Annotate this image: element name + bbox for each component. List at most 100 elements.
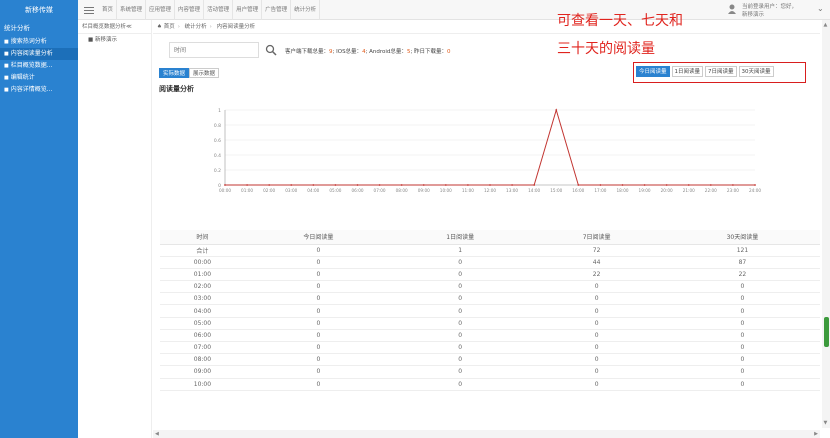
tab-display-data[interactable]: 展示数据 — [189, 68, 220, 78]
cell-today: 0 — [244, 304, 392, 318]
breadcrumb-home[interactable]: 首页 — [164, 24, 175, 30]
table-row: 04:00 0 0 0 0 — [160, 304, 820, 318]
cell-today: 0 — [244, 365, 392, 379]
data-point[interactable] — [665, 184, 668, 186]
scroll-thumb[interactable] — [824, 317, 829, 347]
top-nav: 首页 系统管理 应用管理 内容管理 活动管理 用户管理 广告管理 统计分析 — [99, 0, 321, 20]
data-point[interactable] — [268, 184, 271, 186]
data-point[interactable] — [422, 184, 425, 186]
nav-item-app[interactable]: 应用管理 — [146, 0, 176, 20]
cell-today: 0 — [244, 256, 392, 269]
tab-7-day-reads[interactable]: 7日阅读量 — [705, 66, 737, 77]
data-point[interactable] — [489, 184, 491, 186]
scroll-down-icon[interactable]: ▼ — [824, 420, 828, 426]
nav-item-home[interactable]: 首页 — [99, 0, 118, 20]
data-point[interactable] — [356, 184, 359, 186]
search-icon[interactable] — [265, 44, 277, 56]
cell-30day: 0 — [664, 329, 820, 343]
data-point[interactable] — [511, 184, 513, 186]
cell-time: 10:00 — [160, 378, 245, 391]
data-point[interactable] — [709, 184, 712, 186]
data-point[interactable] — [400, 184, 403, 186]
series-line — [225, 108, 755, 186]
cell-time: 06:00 — [160, 329, 245, 343]
chevron-down-icon[interactable]: ⌄ — [817, 4, 826, 13]
table-row: 05:00 0 0 0 0 — [160, 317, 820, 330]
sidebar-title: 统计分析 — [4, 24, 30, 32]
data-point[interactable] — [577, 184, 580, 186]
x-tick-label: 01:00 — [241, 188, 253, 193]
data-point[interactable] — [599, 184, 602, 186]
data-point[interactable] — [224, 184, 226, 186]
sidebar-item-column-overview[interactable]: 栏目概览数据... — [0, 60, 78, 72]
data-point[interactable] — [643, 184, 646, 186]
scroll-up-icon[interactable]: ▲ — [824, 22, 828, 28]
col-1day: 1日阅读量 — [391, 230, 529, 245]
scroll-left-icon[interactable]: ◀ — [155, 431, 159, 437]
data-point[interactable] — [246, 184, 248, 186]
cell-7day: 0 — [528, 329, 665, 343]
x-tick-label: 18:00 — [616, 188, 628, 193]
data-point[interactable] — [378, 184, 381, 186]
cell-30day: 0 — [664, 353, 820, 367]
brand-logo[interactable]: 新移传媒 — [0, 0, 78, 20]
vertical-scrollbar[interactable]: ▲ ▼ — [822, 20, 830, 428]
cell-time: 00:00 — [160, 256, 245, 269]
cell-7day: 0 — [528, 353, 665, 367]
data-point[interactable] — [444, 184, 447, 186]
nav-item-stats[interactable]: 统计分析 — [291, 0, 321, 20]
table-row: 02:00 0 0 0 0 — [160, 280, 820, 294]
x-tick-label: 00:00 — [219, 188, 231, 193]
data-point[interactable] — [621, 184, 624, 186]
data-point[interactable] — [555, 109, 558, 111]
date-input[interactable] — [169, 42, 259, 58]
cell-30day: 0 — [664, 280, 820, 294]
data-point[interactable] — [687, 184, 690, 186]
data-point[interactable] — [290, 184, 293, 186]
user-info[interactable]: 当前登录用户：您好， 新移演示 — [728, 2, 812, 18]
x-tick-label: 19:00 — [639, 188, 651, 193]
nav-item-user[interactable]: 用户管理 — [233, 0, 263, 20]
sidebar-item-read-volume[interactable]: 内容阅读量分析 — [0, 48, 78, 60]
cell-1day: 0 — [391, 280, 529, 294]
cell-7day: 0 — [528, 280, 665, 294]
nav-item-activity[interactable]: 活动管理 — [204, 0, 234, 20]
cell-1day: 0 — [391, 268, 529, 282]
nav-item-ads[interactable]: 广告管理 — [262, 0, 292, 20]
data-point[interactable] — [754, 184, 756, 186]
tab-1-day-reads[interactable]: 1日阅读量 — [671, 66, 704, 77]
data-point[interactable] — [312, 184, 315, 186]
tree-title[interactable]: 栏目概览数据分析≪ — [78, 20, 151, 34]
nav-item-system[interactable]: 系统管理 — [117, 0, 147, 20]
table-row: 00:00 0 0 44 87 — [160, 256, 820, 269]
sidebar-item-editor-stats[interactable]: 编辑统计 — [0, 72, 78, 84]
cell-today: 0 — [244, 353, 392, 367]
user-icon — [728, 4, 736, 14]
col-7day: 7日阅读量 — [528, 230, 665, 245]
cell-time: 09:00 — [160, 365, 245, 379]
user-name: 新移演示 — [742, 12, 765, 18]
horizontal-scrollbar[interactable]: ◀ ▶ — [153, 430, 820, 438]
nav-item-content[interactable]: 内容管理 — [175, 0, 205, 20]
tab-30-day-reads[interactable]: 30天阅读量 — [738, 66, 774, 77]
menu-toggle-icon[interactable] — [84, 5, 94, 15]
tab-actual-data[interactable]: 实际数据 — [159, 68, 190, 78]
data-point[interactable] — [732, 184, 734, 186]
sidebar-item-hot-words[interactable]: 搜索热词分析 — [0, 36, 78, 48]
stat-total-label: 客户端下载总量： — [285, 49, 330, 55]
data-point[interactable] — [533, 184, 536, 186]
cell-30day: 0 — [664, 317, 820, 330]
sidebar-item-content-detail[interactable]: 内容详情概览... — [0, 84, 78, 96]
cell-1day: 1 — [391, 244, 529, 257]
data-point[interactable] — [334, 184, 337, 186]
tab-today-reads[interactable]: 今日阅读量 — [636, 66, 670, 77]
cell-1day: 0 — [391, 292, 529, 306]
data-point[interactable] — [467, 184, 469, 186]
stat-android-label: ; Android总量： — [365, 49, 407, 55]
user-greeting: 当前登录用户：您好， — [742, 4, 798, 10]
tree-item[interactable]: ■ 新移演示 — [78, 34, 151, 46]
annotation-line-2: 三十天的阅读量 — [557, 41, 655, 57]
table-row: 08:00 0 0 0 0 — [160, 353, 820, 367]
breadcrumb-stats[interactable]: 统计分析 — [185, 24, 207, 30]
scroll-right-icon[interactable]: ▶ — [814, 431, 818, 437]
